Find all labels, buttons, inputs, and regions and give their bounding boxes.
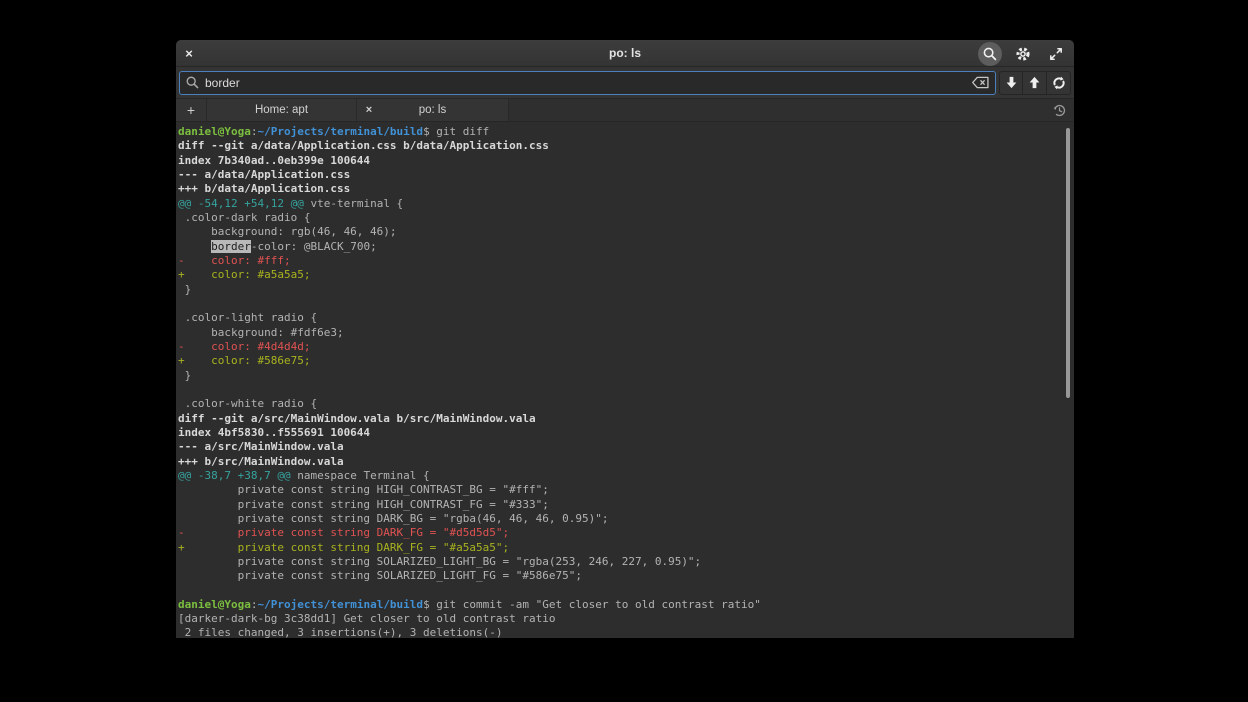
- terminal-line: index 7b340ad..0eb399e 100644: [178, 154, 1074, 168]
- gear-icon: [1015, 46, 1031, 62]
- terminal-line: [178, 297, 1074, 311]
- search-icon: [982, 46, 998, 62]
- fullscreen-button[interactable]: [1044, 42, 1068, 66]
- terminal-line: diff --git a/src/MainWindow.vala b/src/M…: [178, 412, 1074, 426]
- terminal-line: +++ b/data/Application.css: [178, 182, 1074, 196]
- search-bar: border: [176, 67, 1074, 99]
- terminal-line: private const string SOLARIZED_LIGHT_FG …: [178, 569, 1074, 583]
- terminal-line: private const string HIGH_CONTRAST_FG = …: [178, 498, 1074, 512]
- terminal-line: }: [178, 283, 1074, 297]
- terminal-line: daniel@Yoga:~/Projects/terminal/build$ g…: [178, 125, 1074, 139]
- terminal-line: - color: #4d4d4d;: [178, 340, 1074, 354]
- terminal-line: + color: #a5a5a5;: [178, 268, 1074, 282]
- terminal-output[interactable]: daniel@Yoga:~/Projects/terminal/build$ g…: [176, 122, 1074, 638]
- search-input-value: border: [205, 76, 966, 90]
- window-title: po: ls: [176, 46, 1074, 60]
- tab-close-icon[interactable]: ×: [357, 104, 381, 116]
- search-wrap-button[interactable]: [1047, 71, 1071, 95]
- arrow-up-icon: [1027, 75, 1042, 90]
- terminal-line: daniel@Yoga:~/Projects/terminal/build$ g…: [178, 598, 1074, 612]
- terminal-line: [178, 584, 1074, 598]
- terminal-line: 2 files changed, 3 insertions(+), 3 dele…: [178, 626, 1074, 638]
- terminal-line: @@ -54,12 +54,12 @@ vte-terminal {: [178, 197, 1074, 211]
- terminal-line: - color: #fff;: [178, 254, 1074, 268]
- tab-po-ls[interactable]: × po: ls: [356, 99, 509, 121]
- terminal-line: .color-dark radio {: [178, 211, 1074, 225]
- terminal-line: background: rgb(46, 46, 46);: [178, 225, 1074, 239]
- tab-label: Home: apt: [255, 104, 308, 116]
- terminal-line: [178, 383, 1074, 397]
- terminal-window: × po: ls: [176, 40, 1074, 638]
- terminal-line: }: [178, 369, 1074, 383]
- terminal-line: + private const string DARK_FG = "#a5a5a…: [178, 541, 1074, 555]
- search-icon: [185, 75, 200, 90]
- terminal-line: [darker-dark-bg 3c38dd1] Get closer to o…: [178, 612, 1074, 626]
- terminal-line: --- a/src/MainWindow.vala: [178, 440, 1074, 454]
- terminal-line: diff --git a/data/Application.css b/data…: [178, 139, 1074, 153]
- wrap-around-icon: [1051, 75, 1067, 91]
- tab-bar-filler: [509, 99, 1074, 121]
- search-next-button[interactable]: [999, 71, 1023, 95]
- settings-button[interactable]: [1011, 42, 1035, 66]
- terminal-line: .color-white radio {: [178, 397, 1074, 411]
- terminal-line: private const string DARK_BG = "rgba(46,…: [178, 512, 1074, 526]
- titlebar[interactable]: × po: ls: [176, 40, 1074, 67]
- terminal-line: .color-light radio {: [178, 311, 1074, 325]
- tab-home-apt[interactable]: Home: apt: [206, 99, 356, 121]
- tab-bar: + Home: apt × po: ls: [176, 99, 1074, 122]
- search-input[interactable]: border: [179, 71, 996, 95]
- terminal-line: +++ b/src/MainWindow.vala: [178, 455, 1074, 469]
- window-close-button[interactable]: ×: [176, 40, 202, 66]
- arrow-down-icon: [1004, 75, 1019, 90]
- terminal-line: - private const string DARK_FG = "#d5d5d…: [178, 526, 1074, 540]
- terminal-line: private const string SOLARIZED_LIGHT_BG …: [178, 555, 1074, 569]
- search-toggle-button[interactable]: [978, 42, 1002, 66]
- terminal-line: + color: #586e75;: [178, 354, 1074, 368]
- terminal-line: --- a/data/Application.css: [178, 168, 1074, 182]
- terminal-line: @@ -38,7 +38,7 @@ namespace Terminal {: [178, 469, 1074, 483]
- scrollbar-thumb[interactable]: [1066, 128, 1070, 398]
- terminal-line: border-color: @BLACK_700;: [178, 240, 1074, 254]
- terminal-line: private const string HIGH_CONTRAST_BG = …: [178, 483, 1074, 497]
- new-tab-button[interactable]: +: [176, 99, 206, 121]
- terminal-line: background: #fdf6e3;: [178, 326, 1074, 340]
- history-icon[interactable]: [1052, 103, 1067, 118]
- clear-search-icon[interactable]: [971, 76, 990, 89]
- search-previous-button[interactable]: [1023, 71, 1047, 95]
- terminal-line: index 4bf5830..f555691 100644: [178, 426, 1074, 440]
- expand-icon: [1048, 46, 1064, 62]
